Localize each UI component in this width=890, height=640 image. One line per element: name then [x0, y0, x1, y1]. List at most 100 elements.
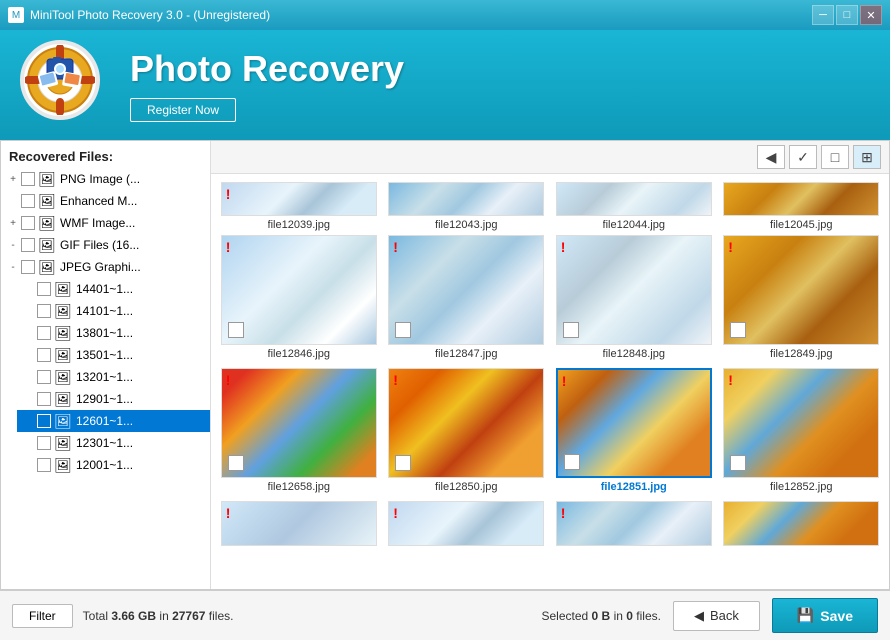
grid-view-button[interactable]: ⊞ — [853, 145, 881, 169]
sidebar-label-13801: 13801~1... — [76, 326, 206, 340]
sidebar-item-14401[interactable]: 🖼 14401~1... — [17, 278, 210, 300]
check-all-button[interactable]: ✓ — [789, 145, 817, 169]
sidebar-label-13201: 13201~1... — [76, 370, 206, 384]
sidebar-item-gif[interactable]: - 🖼 GIF Files (16... — [1, 234, 210, 256]
checkbox-12850[interactable] — [395, 455, 411, 471]
sidebar-item-13501[interactable]: 🖼 13501~1... — [17, 344, 210, 366]
warning-icon-12658: ! — [226, 373, 231, 387]
warning-icon-12852: ! — [728, 373, 733, 387]
expand-icon: + — [5, 174, 21, 185]
grid-label-12850: file12850.jpg — [435, 481, 497, 493]
sidebar-item-13201[interactable]: 🖼 13201~1... — [17, 366, 210, 388]
checkbox-12001[interactable] — [37, 458, 51, 472]
filter-button[interactable]: Filter — [12, 604, 73, 628]
grid-row-2: ! file12658.jpg ! file12850.jpg — [219, 368, 881, 493]
grid-img-bot1: ! — [221, 501, 377, 546]
grid-img-top2 — [388, 182, 544, 216]
sidebar-item-13801[interactable]: 🖼 13801~1... — [17, 322, 210, 344]
expand-icon-13801 — [21, 328, 37, 339]
selected-info: Selected 0 B in 0 files. — [542, 609, 661, 623]
grid-cell-bot2: ! — [387, 501, 547, 546]
content-toolbar: ◀ ✓ □ ⊞ — [211, 141, 889, 174]
checkbox-12901[interactable] — [37, 392, 51, 406]
back-arrow-icon: ◀ — [694, 608, 704, 624]
grid-cell-12851[interactable]: ! file12851.jpg — [554, 368, 714, 493]
sidebar-item-12901[interactable]: 🖼 12901~1... — [17, 388, 210, 410]
checkbox-12849[interactable] — [730, 322, 746, 338]
checkbox-13501[interactable] — [37, 348, 51, 362]
checkbox-14101[interactable] — [37, 304, 51, 318]
checkbox-12851[interactable] — [564, 454, 580, 470]
expand-icon-12301 — [21, 438, 37, 449]
checkbox-12601[interactable] — [37, 414, 51, 428]
content-area: ◀ ✓ □ ⊞ ! file12039.jpg — [211, 141, 889, 589]
file-icon-wmf: 🖼 — [38, 215, 56, 231]
grid-cell-12847[interactable]: ! file12847.jpg — [387, 235, 547, 360]
grid-cell-12849[interactable]: ! file12849.jpg — [722, 235, 882, 360]
register-button[interactable]: Register Now — [130, 98, 236, 122]
close-button[interactable]: ✕ — [860, 5, 882, 25]
checkbox-gif[interactable] — [21, 238, 35, 252]
header: Photo Recovery Register Now — [0, 30, 890, 140]
maximize-button[interactable]: □ — [836, 5, 858, 25]
expand-icon-13501 — [21, 350, 37, 361]
checkbox-12848[interactable] — [563, 322, 579, 338]
app-logo — [20, 40, 110, 130]
checkbox-12852[interactable] — [730, 455, 746, 471]
grid-img-bot3: ! — [556, 501, 712, 546]
file-icon-12601: 🖼 — [54, 413, 72, 429]
checkbox-jpeg[interactable] — [21, 260, 35, 274]
file-icon-14401: 🖼 — [54, 281, 72, 297]
sidebar-item-12301[interactable]: 🖼 12301~1... — [17, 432, 210, 454]
sidebar-label-13501: 13501~1... — [76, 348, 206, 362]
titlebar: M MiniTool Photo Recovery 3.0 - (Unregis… — [0, 0, 890, 30]
sidebar-item-jpeg[interactable]: - 🖼 JPEG Graphi... — [1, 256, 210, 278]
sidebar-item-wmf[interactable]: + 🖼 WMF Image... — [1, 212, 210, 234]
checkbox-12847[interactable] — [395, 322, 411, 338]
back-button[interactable]: ◀ Back — [673, 601, 760, 631]
grid-label-12846: file12846.jpg — [268, 348, 330, 360]
checkbox-wmf[interactable] — [21, 216, 35, 230]
grid-cell-top3: file12044.jpg — [554, 182, 714, 231]
checkbox-12658[interactable] — [228, 455, 244, 471]
sidebar-item-12001[interactable]: 🖼 12001~1... — [17, 454, 210, 476]
grid-cell-12846[interactable]: ! file12846.jpg — [219, 235, 379, 360]
titlebar-left: M MiniTool Photo Recovery 3.0 - (Unregis… — [8, 7, 270, 23]
titlebar-controls[interactable]: ─ □ ✕ — [812, 5, 882, 25]
file-icon-gif: 🖼 — [38, 237, 56, 253]
grid-cell-12850[interactable]: ! file12850.jpg — [387, 368, 547, 493]
grid-cell-top2: file12043.jpg — [387, 182, 547, 231]
grid-img-12851: ! — [556, 368, 712, 478]
total-files: 27767 — [172, 609, 205, 623]
checkbox-14401[interactable] — [37, 282, 51, 296]
warning-icon-bot1: ! — [226, 506, 231, 520]
checkbox-png[interactable] — [21, 172, 35, 186]
checkbox-13201[interactable] — [37, 370, 51, 384]
file-icon-13801: 🖼 — [54, 325, 72, 341]
expand-icon-14101 — [21, 306, 37, 317]
sidebar-item-12601[interactable]: 🖼 12601~1... — [17, 410, 210, 432]
sidebar-item-png[interactable]: + 🖼 PNG Image (... — [1, 168, 210, 190]
minimize-button[interactable]: ─ — [812, 5, 834, 25]
sidebar-item-enhanced[interactable]: 🖼 Enhanced M... — [1, 190, 210, 212]
expand-icon-12601 — [21, 416, 37, 427]
checkbox-12301[interactable] — [37, 436, 51, 450]
sidebar-item-14101[interactable]: 🖼 14101~1... — [17, 300, 210, 322]
grid-img-12850: ! — [388, 368, 544, 478]
titlebar-title: MiniTool Photo Recovery 3.0 - (Unregiste… — [30, 8, 270, 22]
grid-img-top4 — [723, 182, 879, 216]
save-button[interactable]: 💾 Save — [772, 598, 878, 633]
grid-row-1: ! file12846.jpg ! file12847.jpg — [219, 235, 881, 360]
grid-cell-12658[interactable]: ! file12658.jpg — [219, 368, 379, 493]
grid-img-top1: ! — [221, 182, 377, 216]
grid-cell-12852[interactable]: ! file12852.jpg — [722, 368, 882, 493]
grid-cell-top1: ! file12039.jpg — [219, 182, 379, 231]
warning-icon-12848: ! — [561, 240, 566, 254]
checkbox-13801[interactable] — [37, 326, 51, 340]
single-view-button[interactable]: □ — [821, 145, 849, 169]
back-toolbar-button[interactable]: ◀ — [757, 145, 785, 169]
checkbox-12846[interactable] — [228, 322, 244, 338]
grid-cell-12848[interactable]: ! file12848.jpg — [554, 235, 714, 360]
file-icon-14101: 🖼 — [54, 303, 72, 319]
checkbox-enhanced[interactable] — [21, 194, 35, 208]
